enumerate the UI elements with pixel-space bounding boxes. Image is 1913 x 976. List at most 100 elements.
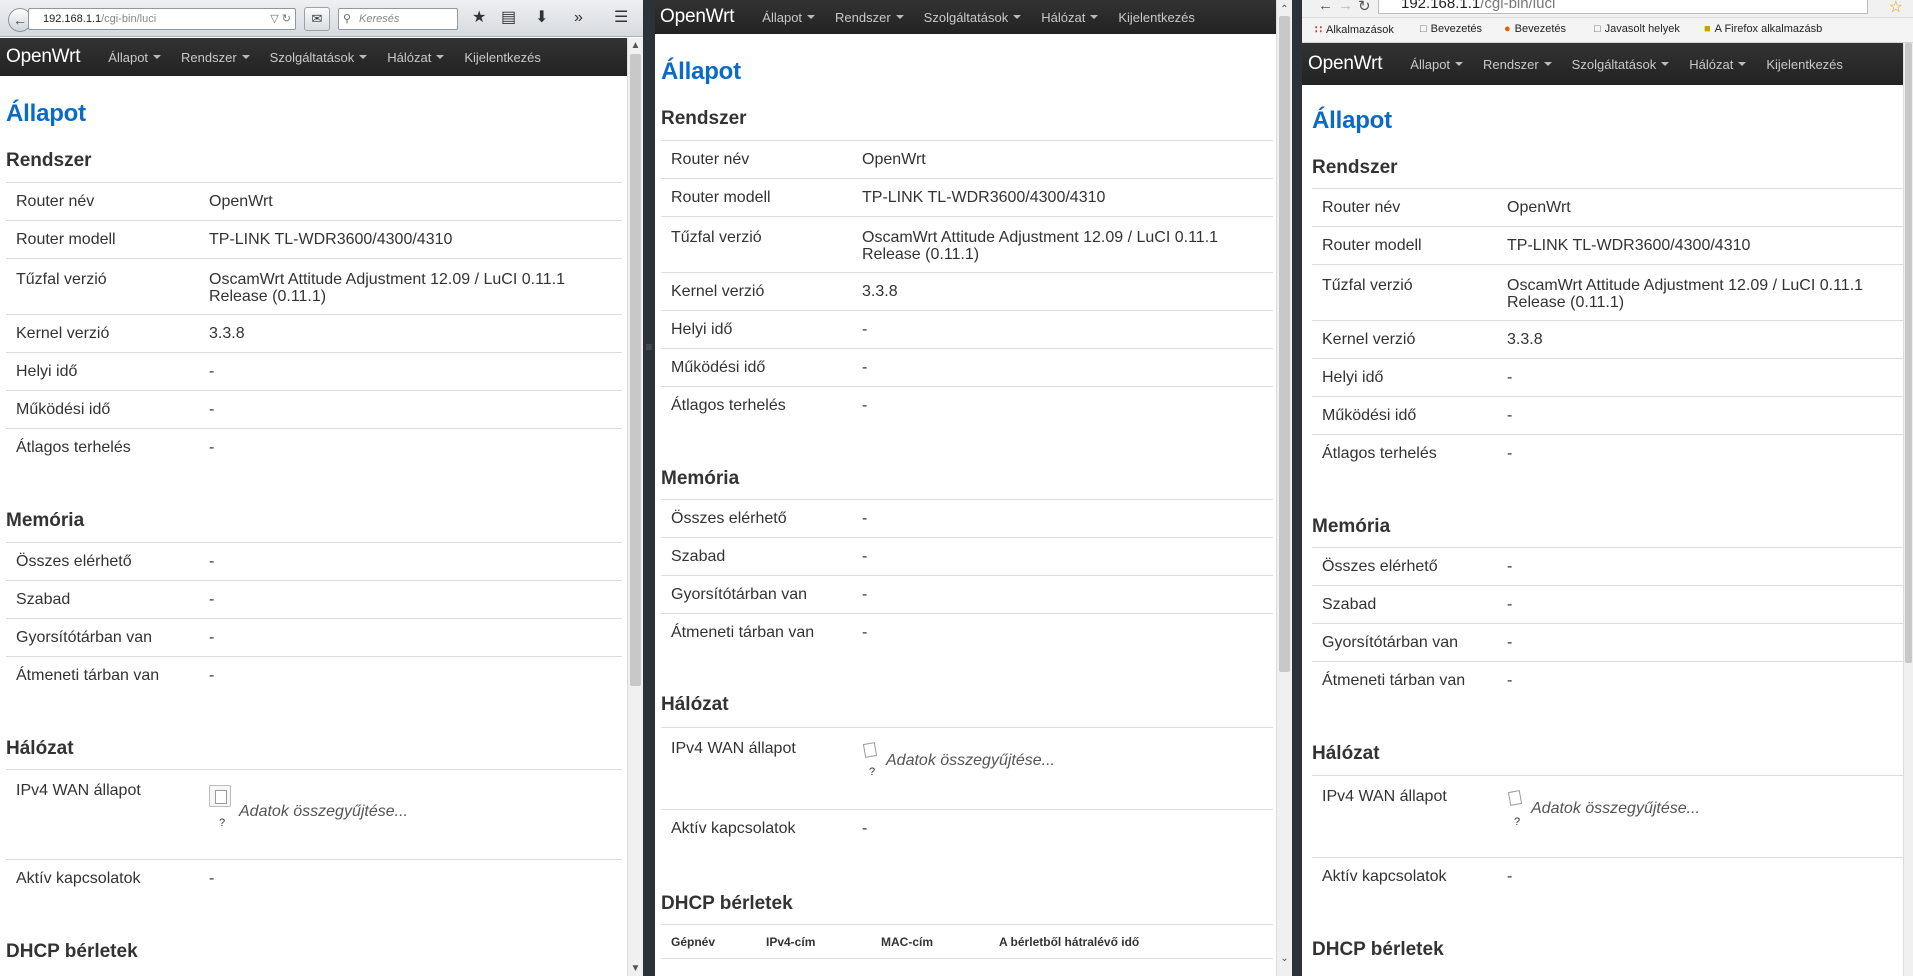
caret-down-icon [1013,15,1022,19]
menu-rendszer[interactable]: Rendszer [835,10,904,25]
caret-down-icon [895,15,904,19]
system-table: Router név OpenWrt Router modell TP-LINK T… [6,182,622,466]
table-row: Működési idő - [6,390,622,428]
scroll-up-icon[interactable]: ▲ [628,40,643,51]
bookmarks-bar: ∷ Alkalmazások □ Bevezetés ● Bevezetés □ Jav… [1302,18,1913,43]
address-bar[interactable]: 192.168.1.1/cgi-bin/luci ▽ ↻ [28,8,296,30]
scrollbar-thumb[interactable] [1905,43,1912,663]
table-row: Helyi idő - [1312,358,1904,396]
scroll-up-icon[interactable]: ⌃ [1277,4,1292,15]
table-row: Szabad - [1312,585,1904,623]
reload-icon[interactable]: ▽ ↻ [270,9,291,29]
section-title-system: Rendszer [1312,157,1398,178]
table-row: Gyorsítótárban van - [6,618,622,656]
openwrt-navbar: OpenWrt Állapot Rendszer Szolgáltatások … [655,0,1276,34]
table-row: Átlagos terhelés - [661,386,1273,424]
system-table: Router név OpenWrt Router modell TP-LINK T… [1312,188,1904,472]
search-placeholder: Keresés [359,13,400,25]
menu-kijelentkezes[interactable]: Kijelentkezés [1118,10,1195,25]
scroll-down-icon[interactable]: ▼ [628,963,643,974]
table-row: Átlagos terhelés - [1312,434,1904,472]
menu-szolgaltatasok[interactable]: Szolgáltatások [1572,57,1670,72]
hamburger-menu-icon[interactable]: ☰ [614,9,628,27]
menu-allapot[interactable]: Állapot [1410,57,1464,72]
column-header: IPv4-cím [766,934,816,949]
network-table: IPv4 WAN állapot Adatok összegyűjtése...… [6,769,622,897]
bookmark-folder[interactable]: ■ A Firefox alkalmazásb [1704,23,1822,35]
address-bar[interactable]: 192.168.1.1/cgi-bin/luci [1378,0,1868,14]
table-row: Router modell TP-LINK TL-WDR3600/4300/431… [1312,226,1904,264]
menu-kijelentkezes[interactable]: Kijelentkezés [464,50,541,65]
tabs-button[interactable]: ✉ [304,7,330,31]
scrollbar-thumb[interactable] [1279,16,1290,672]
caret-down-icon [1455,62,1464,66]
table-row: Összes elérhető - [6,542,622,580]
search-input[interactable]: ⚲ Keresés [338,8,458,30]
table-row: Gyorsítótárban van - [1312,623,1904,661]
bookmark-item[interactable]: □ Bevezetés [1420,23,1482,35]
table-row: Tűzfal verzió OscamWrt Attitude Adjustmen… [1312,264,1904,320]
folder-icon: ■ [1704,23,1711,35]
table-row: Szabad - [6,580,622,618]
brand-logo[interactable]: OpenWrt [655,6,734,28]
vertical-scrollbar[interactable]: ⌃ ⌄ [1276,0,1292,976]
memory-table: Összes elérhető - Szabad - Gyorsítótárban … [6,542,622,694]
brand-logo[interactable]: OpenWrt [1302,53,1382,75]
chrome-toolbar: ← → ↻ 192.168.1.1/cgi-bin/luci ☆ [1302,0,1913,18]
bookmark-item[interactable]: ● Bevezetés [1504,23,1566,35]
table-row: Router név OpenWrt [6,182,622,220]
caret-down-icon [241,55,250,59]
section-title-dhcp: DHCP bérletek [1312,939,1444,960]
table-row: Kernel verzió 3.3.8 [1312,320,1904,358]
back-arrow-icon: ← [13,12,27,28]
section-title-memory: Memória [661,468,740,489]
caret-down-icon [153,55,162,59]
table-row: Kernel verzió 3.3.8 [6,314,622,352]
menu-halozat[interactable]: Hálózat [1041,10,1099,25]
table-row: Gyorsítótárban van - [661,575,1273,613]
overflow-chevron-icon[interactable]: » [574,9,583,27]
apps-grid-icon: ∷ [1315,24,1322,36]
menu-halozat[interactable]: Hálózat [1689,57,1747,72]
menu-szolgaltatasok[interactable]: Szolgáltatások [924,10,1022,25]
bookmark-item[interactable]: □ Javasolt helyek [1594,23,1680,35]
menu-kijelentkezes[interactable]: Kijelentkezés [1766,57,1843,72]
menu-halozat[interactable]: Hálózat [387,50,445,65]
scrollbar-thumb[interactable] [630,54,641,686]
forward-arrow-icon[interactable]: → [1338,0,1353,14]
menu-rendszer[interactable]: Rendszer [1483,57,1552,72]
memory-table: Összes elérhető - Szabad - Gyorsítótárban … [661,499,1273,651]
bookmark-star-icon[interactable]: ☆ [1889,0,1903,17]
dhcp-table-header: Gépnév IPv4-cím MAC-cím A bérletből hátr… [661,924,1273,958]
menu-rendszer[interactable]: Rendszer [181,50,250,65]
menu-szolgaltatasok[interactable]: Szolgáltatások [270,50,368,65]
download-icon[interactable]: ⬇ [535,9,548,27]
network-table: IPv4 WAN állapot Adatok összegyűjtése...… [1312,775,1904,895]
column-header: Gépnév [671,934,716,949]
vertical-scrollbar[interactable]: ▲ ▼ [627,38,643,976]
table-row: Router modell TP-LINK TL-WDR3600/4300/431… [6,220,622,258]
menu-allapot[interactable]: Állapot [108,50,162,65]
bookmark-star-icon[interactable]: ★ [472,9,486,27]
bookmark-apps[interactable]: ∷ Alkalmazások [1315,23,1394,37]
brand-logo[interactable]: OpenWrt [0,46,80,68]
page-title: Állapot [1312,107,1392,134]
vertical-scrollbar[interactable] [1903,43,1913,976]
resize-grip-icon[interactable]: ≡ [643,340,655,354]
table-row: Átmeneti tárban van - [6,656,622,694]
back-arrow-icon[interactable]: ← [1318,0,1333,14]
section-title-network: Hálózat [661,694,729,715]
caret-down-icon [1090,15,1099,19]
caret-down-icon [1661,62,1670,66]
url-host: 192.168.1.1 [1401,0,1481,12]
firefox-toolbar: ← 192.168.1.1/cgi-bin/luci ▽ ↻ ✉ ⚲ Keres… [0,0,643,37]
table-row: Összes elérhető - [661,499,1273,537]
clipboard-icon[interactable]: ▤ [501,9,516,27]
menu-allapot[interactable]: Állapot [762,10,816,25]
scroll-down-icon[interactable]: ⌄ [1277,953,1292,964]
section-title-network: Hálózat [6,738,74,759]
column-header: A bérletből hátralévő idő [999,934,1140,949]
section-title-dhcp: DHCP bérletek [6,941,138,962]
reload-icon[interactable]: ↻ [1358,0,1371,15]
table-row: Helyi idő - [6,352,622,390]
